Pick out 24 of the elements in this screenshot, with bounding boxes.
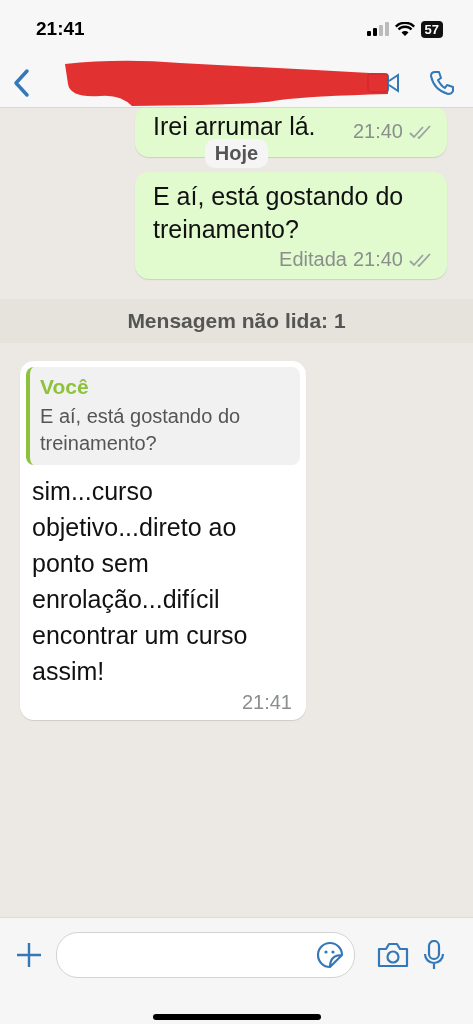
back-icon[interactable] [12,67,30,98]
date-pill: Hoje [204,139,269,168]
message-time: 21:41 [241,691,292,714]
message-text: E aí, está gostando do treinamento? [153,181,405,245]
double-check-icon [409,124,433,139]
battery-icon: 57 [420,20,443,38]
message-text: sim...curso objetivo...direto ao ponto sem enrolação...difícil encontrar um curso assim! [31,476,249,687]
phone-icon[interactable] [429,69,455,96]
message-input[interactable] [56,932,355,978]
quoted-message[interactable]: Você E aí, está gostando do treinamento? [26,367,300,465]
message-text: Irei arrumar lá. [153,111,316,142]
sticker-icon[interactable] [316,941,344,969]
message-time: 21:40 [352,120,403,143]
signal-icon [366,22,389,36]
double-check-icon [409,252,433,267]
plus-icon[interactable] [16,942,42,968]
edited-label: Editada [279,248,347,271]
status-time: 21:41 [36,18,85,40]
microphone-icon[interactable] [423,940,445,970]
message-time: 21:40 [352,248,403,271]
quote-author: Você [40,375,90,399]
quote-text: E aí, está gostando do treinamento? [40,404,242,456]
camera-icon[interactable] [377,942,409,968]
wifi-icon [394,21,415,37]
